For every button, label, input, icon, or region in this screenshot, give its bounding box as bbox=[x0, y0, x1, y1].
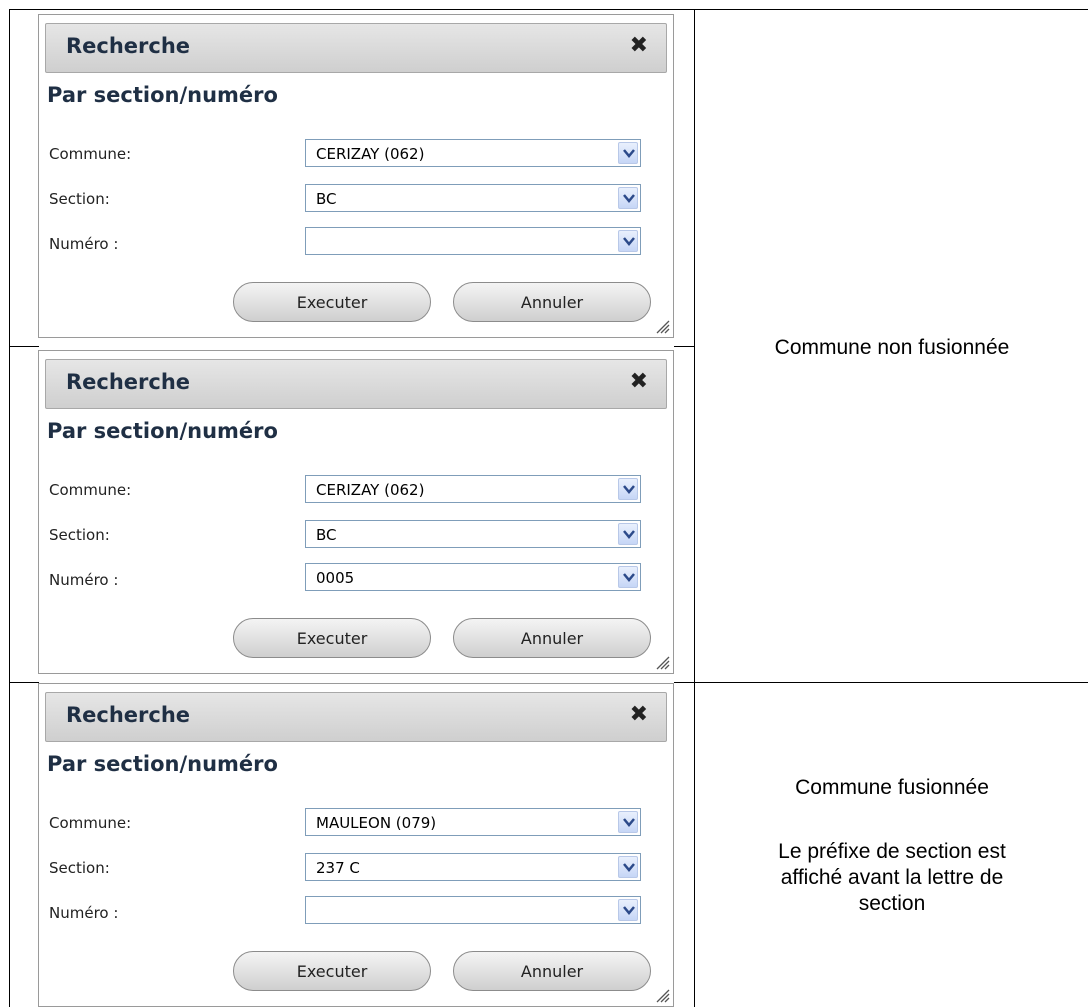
section-select[interactable]: 237 C bbox=[305, 853, 641, 881]
search-panel: Recherche ✖ Par section/numéro Commune: … bbox=[38, 14, 674, 338]
cancel-button[interactable]: Annuler bbox=[453, 618, 651, 658]
commune-label: Commune: bbox=[49, 145, 132, 163]
commune-label: Commune: bbox=[49, 481, 132, 499]
numero-select[interactable] bbox=[305, 896, 641, 924]
commune-select-value: MAULEON (079) bbox=[316, 814, 437, 832]
commune-select[interactable]: MAULEON (079) bbox=[305, 808, 641, 836]
numero-select-value: 0005 bbox=[316, 569, 355, 587]
section-select-value: 237 C bbox=[316, 859, 360, 877]
resize-handle-icon[interactable] bbox=[651, 651, 671, 671]
section-label: Section: bbox=[49, 526, 110, 544]
numero-label: Numéro : bbox=[49, 235, 119, 253]
close-icon[interactable]: ✖ bbox=[630, 369, 648, 394]
note-prefixe-line2: affiché avant la lettre de bbox=[780, 866, 1004, 889]
note-prefixe-line1: Le préfixe de section est bbox=[778, 840, 1006, 863]
section-label: Section: bbox=[49, 859, 110, 877]
chevron-down-icon[interactable] bbox=[618, 142, 638, 164]
section-select-value: BC bbox=[316, 526, 337, 544]
execute-button[interactable]: Executer bbox=[233, 618, 431, 658]
note-commune-fusionnee: Commune fusionnée bbox=[795, 776, 989, 799]
close-icon[interactable]: ✖ bbox=[630, 702, 648, 727]
row-divider-1b bbox=[674, 346, 695, 347]
chevron-down-icon[interactable] bbox=[618, 230, 638, 252]
chevron-down-icon[interactable] bbox=[618, 899, 638, 921]
note-prefixe-line3: section bbox=[858, 892, 926, 915]
note-commune-non-fusionnee: Commune non fusionnée bbox=[774, 336, 1010, 359]
panel-subtitle: Par section/numéro bbox=[47, 419, 278, 443]
section-label: Section: bbox=[49, 190, 110, 208]
row-divider-1 bbox=[9, 346, 39, 347]
panel-header[interactable]: Recherche ✖ bbox=[45, 692, 667, 742]
section-select-value: BC bbox=[316, 190, 337, 208]
commune-select[interactable]: CERIZAY (062) bbox=[305, 475, 641, 503]
resize-handle-icon[interactable] bbox=[651, 984, 671, 1004]
panel-header[interactable]: Recherche ✖ bbox=[45, 23, 667, 73]
chevron-down-icon[interactable] bbox=[618, 856, 638, 878]
section-select[interactable]: BC bbox=[305, 520, 641, 548]
chevron-down-icon[interactable] bbox=[618, 566, 638, 588]
panel-header[interactable]: Recherche ✖ bbox=[45, 359, 667, 409]
numero-select[interactable] bbox=[305, 227, 641, 255]
chevron-down-icon[interactable] bbox=[618, 478, 638, 500]
section-select[interactable]: BC bbox=[305, 184, 641, 212]
commune-select-value: CERIZAY (062) bbox=[316, 145, 425, 163]
cancel-button[interactable]: Annuler bbox=[453, 951, 651, 991]
row-divider-2 bbox=[9, 682, 39, 683]
chevron-down-icon[interactable] bbox=[618, 187, 638, 209]
search-panel: Recherche ✖ Par section/numéro Commune: … bbox=[38, 683, 674, 1007]
search-panel: Recherche ✖ Par section/numéro Commune: … bbox=[38, 350, 674, 674]
table-border-left bbox=[9, 9, 10, 1007]
numero-select[interactable]: 0005 bbox=[305, 563, 641, 591]
panel-title: Recherche bbox=[66, 703, 191, 727]
close-icon[interactable]: ✖ bbox=[630, 33, 648, 58]
chevron-down-icon[interactable] bbox=[618, 811, 638, 833]
chevron-down-icon[interactable] bbox=[618, 523, 638, 545]
resize-handle-icon[interactable] bbox=[651, 315, 671, 335]
commune-select-value: CERIZAY (062) bbox=[316, 481, 425, 499]
execute-button[interactable]: Executer bbox=[233, 951, 431, 991]
numero-label: Numéro : bbox=[49, 904, 119, 922]
panel-subtitle: Par section/numéro bbox=[47, 83, 278, 107]
table-border-top bbox=[9, 9, 695, 10]
commune-select[interactable]: CERIZAY (062) bbox=[305, 139, 641, 167]
table-border-top-right bbox=[694, 9, 1088, 10]
panel-title: Recherche bbox=[66, 34, 191, 58]
panel-title: Recherche bbox=[66, 370, 191, 394]
panel-subtitle: Par section/numéro bbox=[47, 752, 278, 776]
execute-button[interactable]: Executer bbox=[233, 282, 431, 322]
numero-label: Numéro : bbox=[49, 571, 119, 589]
row-divider-2b bbox=[674, 682, 1088, 683]
table-border-middle bbox=[694, 9, 695, 1007]
cancel-button[interactable]: Annuler bbox=[453, 282, 651, 322]
commune-label: Commune: bbox=[49, 814, 132, 832]
